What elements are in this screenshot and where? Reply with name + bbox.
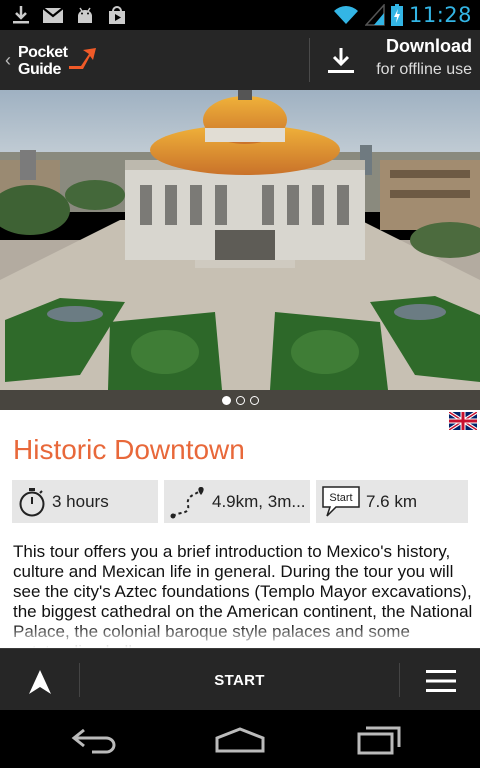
pager-dot[interactable] [249, 395, 259, 405]
stopwatch-icon [19, 487, 45, 516]
recent-apps-icon[interactable] [356, 725, 402, 755]
tour-stats: 3 hours 4.9km, 3m... Start 7.6 km [12, 480, 468, 523]
logo-arrow-icon [69, 48, 96, 69]
battery-icon [390, 4, 403, 26]
logo-line1: Pocket [18, 44, 68, 61]
start-distance-value: 7.6 km [366, 491, 418, 511]
start-distance-stat: Start 7.6 km [316, 480, 468, 523]
navigation-arrow-icon [29, 670, 51, 694]
android-icon [78, 7, 92, 23]
download-title: Download [386, 36, 472, 56]
menu-button[interactable] [400, 649, 480, 711]
palace-photo [0, 90, 480, 410]
route-stat: 4.9km, 3m... [164, 480, 310, 523]
download-icon [13, 6, 29, 24]
tour-image[interactable] [0, 90, 480, 410]
logo-line2: Guide [18, 61, 61, 78]
wifi-icon [333, 6, 358, 24]
signal-icon [364, 4, 385, 26]
pocket-guide-logo[interactable]: Pocket Guide [16, 42, 106, 80]
navigate-button[interactable] [0, 649, 79, 711]
pager-dot[interactable] [221, 395, 231, 405]
start-marker-icon: Start [322, 485, 360, 517]
tour-details: Historic Downtown 3 hours 4.9km, 3m... S… [0, 410, 480, 648]
status-bar: 11:28 [0, 0, 480, 30]
download-icon [328, 48, 354, 73]
back-icon[interactable] [70, 726, 120, 754]
duration-value: 3 hours [52, 491, 109, 511]
system-navigation-bar [0, 710, 480, 768]
home-icon[interactable] [214, 726, 266, 754]
route-distance-value: 4.9km, 3m... [212, 491, 306, 511]
clock: 11:28 [408, 3, 472, 27]
gmail-icon [42, 7, 64, 23]
start-badge-text: Start [329, 492, 352, 504]
bottom-action-bar: START [0, 648, 480, 710]
duration-stat: 3 hours [12, 480, 158, 523]
download-subtitle: for offline use [376, 61, 472, 78]
pager-dot[interactable] [235, 395, 245, 405]
start-button[interactable]: START [80, 649, 399, 711]
download-offline-button[interactable]: Download for offline use [310, 30, 480, 90]
play-store-icon [109, 6, 125, 24]
uk-flag-icon[interactable] [449, 412, 477, 430]
tour-title: Historic Downtown [13, 434, 245, 465]
route-icon [170, 486, 204, 518]
scroll-fade [0, 624, 480, 648]
back-chevron-icon[interactable]: ‹ [5, 50, 11, 71]
app-bar: ‹ Pocket Guide Download for offline use [0, 30, 480, 90]
hamburger-menu-icon [426, 670, 456, 692]
image-pager[interactable] [0, 390, 480, 410]
